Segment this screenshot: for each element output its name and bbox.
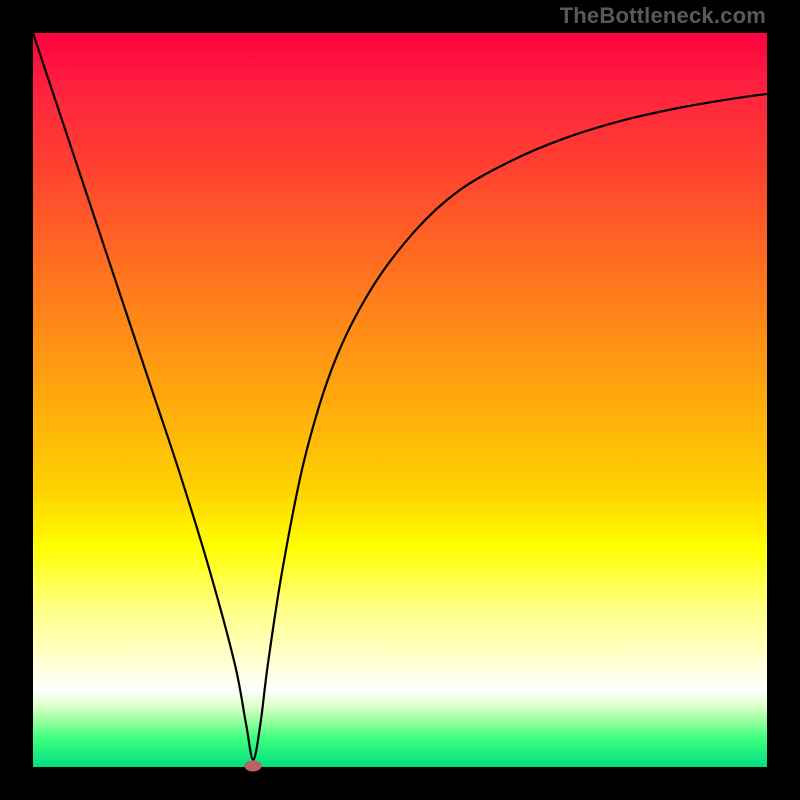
chart-frame: TheBottleneck.com	[0, 0, 800, 800]
watermark-text: TheBottleneck.com	[560, 3, 766, 29]
bottleneck-curve	[33, 33, 767, 767]
optimal-point-marker	[245, 760, 262, 771]
plot-area	[33, 33, 767, 767]
